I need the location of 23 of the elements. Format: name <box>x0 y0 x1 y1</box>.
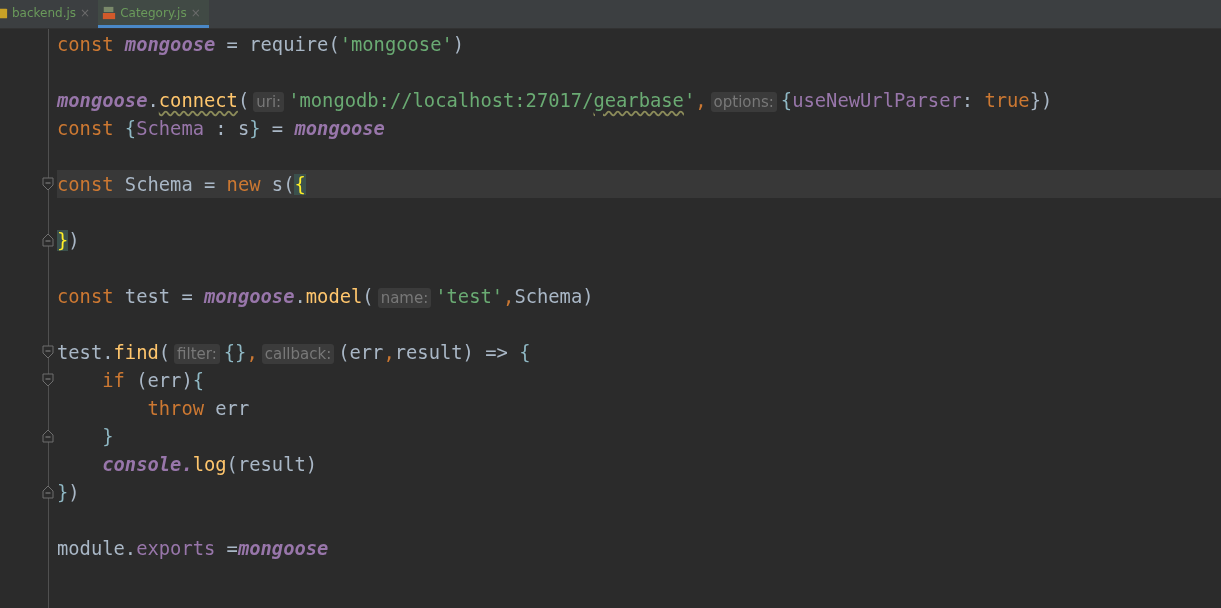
file-icon <box>102 5 117 20</box>
code-line: const test = mongoose.model( name: 'test',Schema) <box>57 285 594 307</box>
code-line: module.exports =mongoose <box>57 537 329 559</box>
fold-icon[interactable] <box>42 429 54 443</box>
fold-icon[interactable] <box>42 177 54 191</box>
code-line: mongoose.connect( uri: 'mongodb://localhost:27017/gearbase', options: {useNewUrlParser: true}) <box>57 89 1053 111</box>
fold-icon[interactable] <box>42 345 54 359</box>
file-tab[interactable]: backend.js × <box>0 0 99 28</box>
fold-icon[interactable] <box>42 485 54 499</box>
close-tab-button[interactable]: × <box>80 5 91 20</box>
file-tab[interactable]: Category.js × <box>98 0 209 28</box>
code-line: const mongoose = require('mongoose') <box>57 33 465 55</box>
fold-icon[interactable] <box>42 233 54 247</box>
code-line: } <box>101 425 114 447</box>
code-line: throw err <box>146 397 250 419</box>
fold-icon[interactable] <box>42 373 54 387</box>
code-line: console.log(result) <box>101 453 318 475</box>
code-line: test.find( filter: {}, callback: (err,result) => { <box>57 341 531 363</box>
close-tab-button[interactable]: × <box>190 5 201 20</box>
code-line: const Schema = new s({ <box>57 173 306 195</box>
code-line: const {Schema : s} = mongoose <box>57 117 385 139</box>
code-line: if (err){ <box>101 369 204 391</box>
code-line: }) <box>57 481 80 503</box>
